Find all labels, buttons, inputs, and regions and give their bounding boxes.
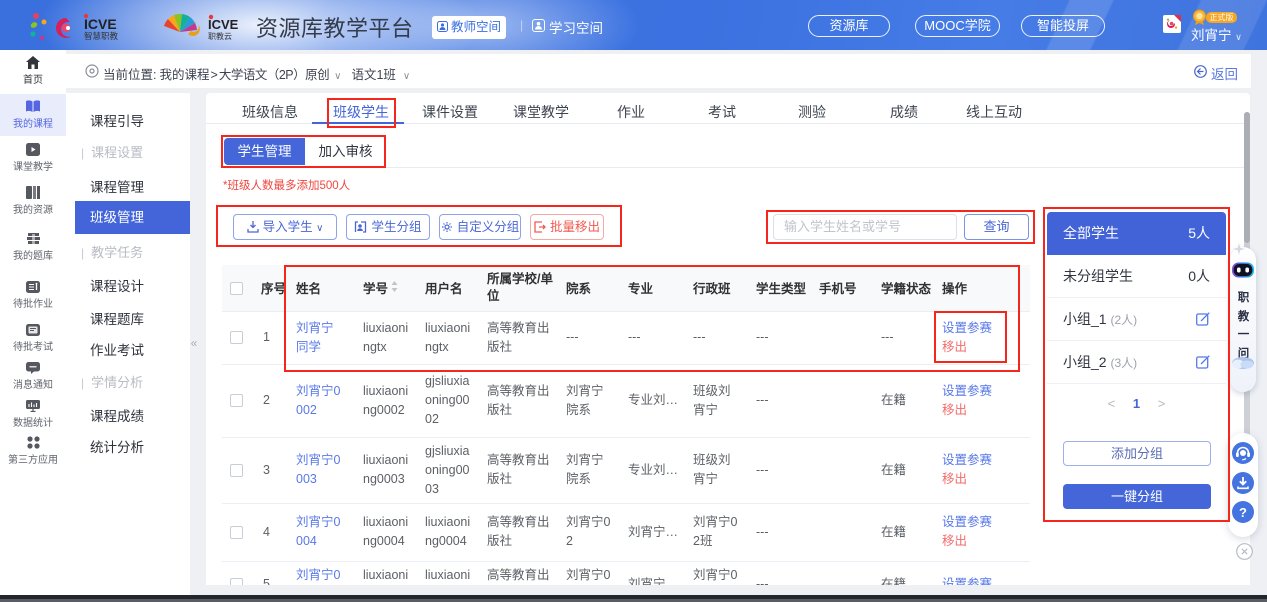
svg-text:职教云: 职教云: [208, 31, 232, 41]
svg-text:?: ?: [1239, 505, 1247, 520]
svg-text:ICVE: ICVE: [84, 16, 117, 32]
svg-text:智慧职教: 智慧职教: [84, 31, 119, 41]
svg-text:ICVE: ICVE: [208, 17, 239, 32]
